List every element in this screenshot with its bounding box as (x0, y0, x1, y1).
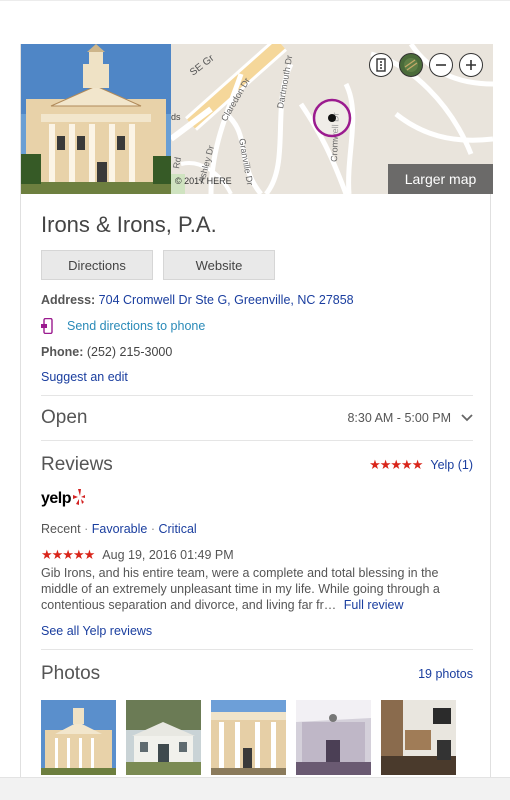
photos-header: Photos 19 photos (41, 650, 473, 698)
map-view[interactable]: SE Gr Claredon Dr Granville Dr Dartmouth… (171, 44, 493, 194)
review-text-block: Gib Irons, and his entire team, were a c… (41, 565, 473, 613)
address-row: Address: 704 Cromwell Dr Ste G, Greenvil… (41, 292, 473, 308)
chevron-down-icon[interactable] (461, 411, 473, 425)
hours-row[interactable]: Open 8:30 AM - 5:00 PM (41, 396, 473, 440)
hours-status: Open (41, 407, 88, 428)
review-meta: ★★★★★ Aug 19, 2016 01:49 PM (41, 547, 473, 563)
zoom-in-icon[interactable] (459, 53, 483, 77)
yelp-burst-icon (72, 488, 86, 511)
photo-thumbnail[interactable] (381, 700, 456, 775)
reviews-header: Reviews ★★★★★ Yelp (1) (41, 441, 473, 489)
photo-thumbnail[interactable] (126, 700, 201, 775)
send-to-phone-row[interactable]: Send directions to phone (41, 317, 473, 335)
business-photo[interactable] (21, 44, 171, 194)
map-label-rd: Rd (171, 156, 183, 169)
photo-thumbnail[interactable] (296, 700, 371, 775)
card-content: Irons & Irons, P.A. Directions Website A… (41, 194, 473, 775)
bottom-bar (0, 777, 510, 800)
phone-label: Phone: (41, 345, 84, 359)
suggest-edit-link[interactable]: Suggest an edit (41, 370, 128, 384)
full-review-link[interactable]: Full review (344, 598, 404, 612)
larger-map-button[interactable]: Larger map (388, 164, 493, 194)
photos-title: Photos (41, 663, 101, 684)
see-all-reviews-link[interactable]: See all Yelp reviews (41, 624, 152, 638)
filter-critical[interactable]: Critical (158, 522, 196, 536)
map-label-ds: ds (171, 112, 181, 122)
photo-thumbnail[interactable] (41, 700, 116, 775)
address-link[interactable]: 704 Cromwell Dr Ste G, Greenville, NC 27… (99, 293, 354, 307)
hero-strip: SE Gr Claredon Dr Granville Dr Dartmouth… (21, 44, 493, 194)
globe-icon[interactable] (399, 53, 423, 77)
see-all-row: See all Yelp reviews (41, 623, 473, 639)
photo-thumbnail[interactable] (211, 700, 286, 775)
directions-button[interactable]: Directions (41, 250, 153, 280)
phone-row: Phone: (252) 215-3000 (41, 344, 473, 360)
location-pin-icon[interactable] (312, 98, 352, 138)
hours-range: 8:30 AM - 5:00 PM (347, 411, 451, 425)
review-filters: Recent · Favorable · Critical (41, 522, 197, 536)
rating-stars: ★★★★★ (369, 457, 423, 472)
reviews-title: Reviews (41, 454, 113, 475)
website-button[interactable]: Website (163, 250, 275, 280)
photo-strip (41, 700, 473, 775)
filter-favorable[interactable]: Favorable (92, 522, 148, 536)
map-copyright: © 2017 HERE (175, 176, 232, 186)
yelp-count-link[interactable]: Yelp (1) (430, 458, 473, 472)
action-buttons: Directions Website (41, 250, 473, 280)
address-label: Address: (41, 293, 96, 307)
yelp-logo: yelp (41, 488, 473, 511)
photos-count-link[interactable]: 19 photos (418, 667, 473, 681)
business-name: Irons & Irons, P.A. (41, 212, 217, 237)
phone-send-icon (41, 317, 55, 335)
map-controls (369, 53, 483, 77)
zoom-out-icon[interactable] (429, 53, 453, 77)
local-result-card: SE Gr Claredon Dr Granville Dr Dartmouth… (20, 44, 493, 777)
suggest-edit-row: Suggest an edit (41, 369, 473, 385)
tile-grid-icon[interactable] (369, 53, 393, 77)
phone-value: (252) 215-3000 (86, 345, 173, 359)
review-stars: ★★★★★ (41, 547, 95, 562)
filter-recent[interactable]: Recent (41, 522, 81, 536)
top-divider (0, 0, 510, 1)
send-to-phone-link[interactable]: Send directions to phone (67, 318, 205, 334)
review-date: Aug 19, 2016 01:49 PM (102, 548, 234, 562)
